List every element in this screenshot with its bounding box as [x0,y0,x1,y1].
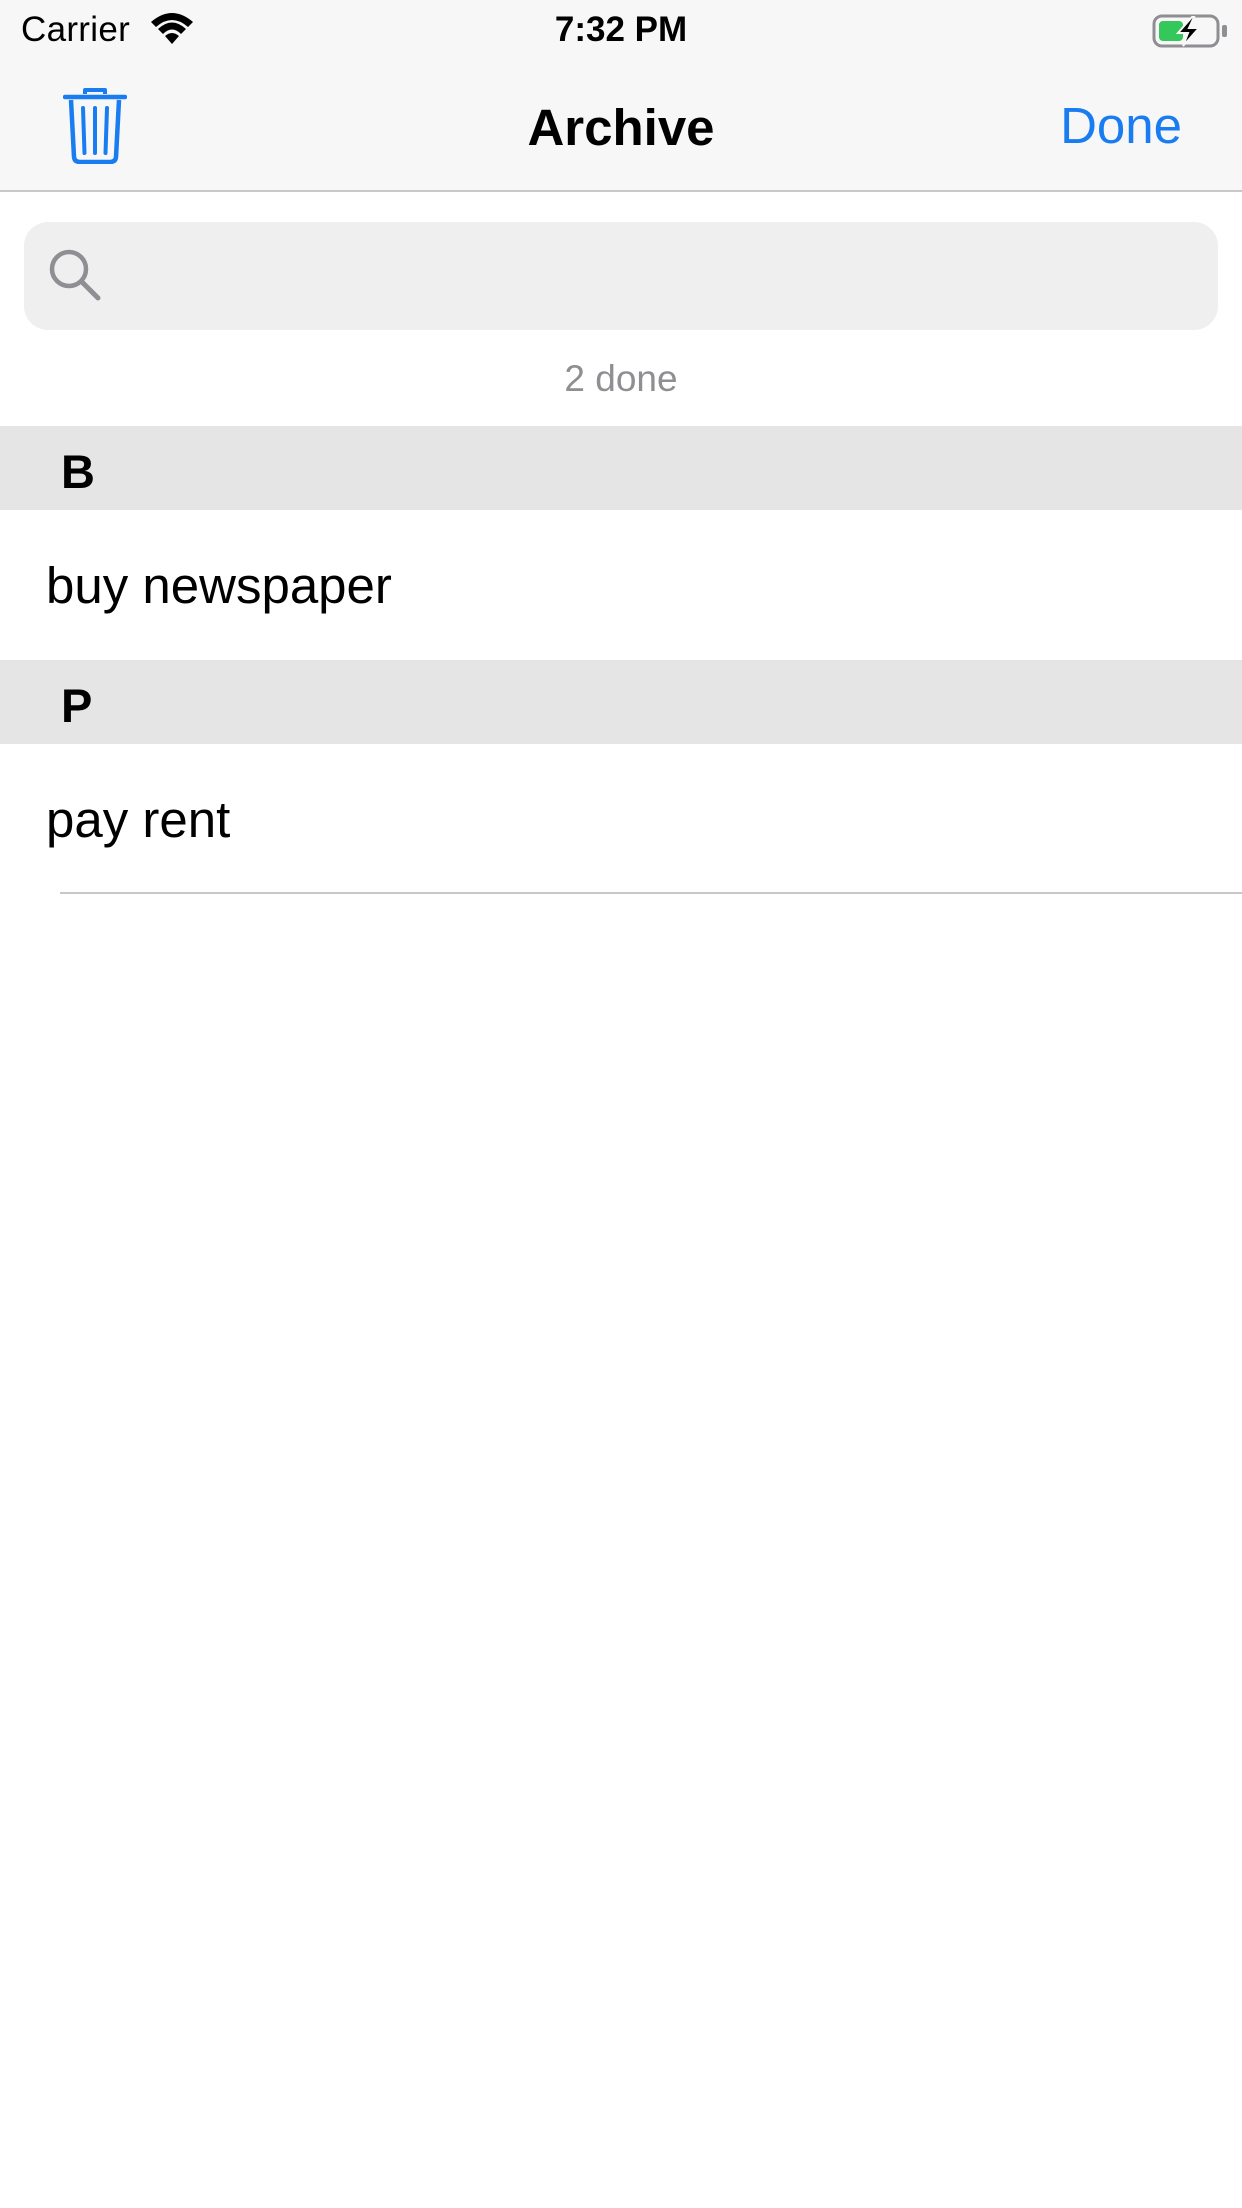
list-item-label: pay rent [46,791,231,848]
cell-separator [60,892,1242,894]
section-letter: P [61,679,93,732]
archive-screen: Carrier 7:32 PM Archive Done 2 done B bu… [0,0,1242,2208]
done-count-label: 2 done [564,358,678,399]
list-item[interactable]: buy newspaper [0,510,1242,660]
page-title: Archive [527,99,715,156]
search-field[interactable] [24,222,1218,330]
status-time: 7:32 PM [554,10,688,49]
status-bar: Carrier 7:32 PM [0,0,1242,62]
section-header-b: B [0,426,1242,510]
search-icon [49,249,101,301]
section-header-p: P [0,660,1242,744]
navigation-bar: Archive Done [0,62,1242,192]
done-button[interactable]: Done [1060,96,1182,155]
search-input[interactable] [120,222,1200,330]
list-item-label: buy newspaper [46,557,392,614]
list-item[interactable]: pay rent [0,744,1242,894]
section-letter: B [61,445,95,498]
battery-charging-icon [1152,14,1227,48]
